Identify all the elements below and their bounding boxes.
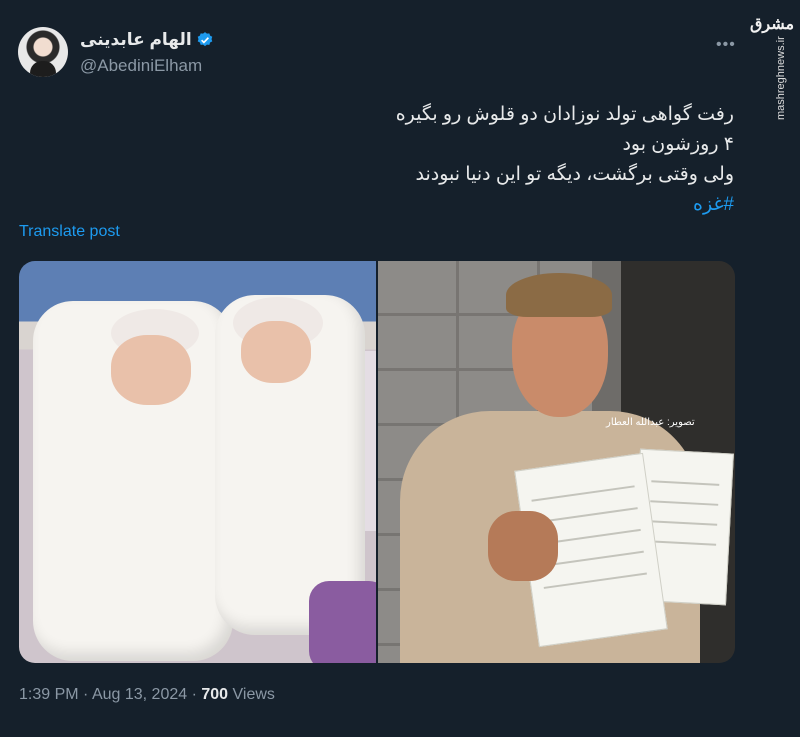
tweet-line: رفت گواهی تولد نوزادان دو قلوش رو بگیره [395,104,734,125]
certificate-line [531,485,635,502]
certificate-line [651,480,720,486]
tweet-line: ۴ روزشون بود [622,134,734,155]
photo-father-certificates[interactable]: تصوير: عبدالله العطار [378,261,735,663]
baby-face [111,335,191,405]
man-hand [488,511,558,581]
meta-separator: · [83,686,89,703]
author-name[interactable]: الهام عابدینی [80,30,214,50]
media-grid: تصوير: عبدالله العطار [19,261,735,663]
tweet-line: ولی وقتی برگشت، دیگه تو این دنیا نبودند [415,164,734,185]
tweet-text: رفت گواهی تولد نوزادان دو قلوش رو بگیره … [174,100,734,220]
meta-separator: · [191,686,197,703]
translate-post-link[interactable]: Translate post [19,223,120,241]
author-handle[interactable]: @AbediniElham [80,56,202,76]
hashtag-link[interactable]: #غزه [693,194,734,215]
avatar-figure [30,61,56,77]
more-horizontal-icon[interactable]: ••• [716,36,736,54]
verified-badge-icon [197,32,213,47]
tweet-date[interactable]: Aug 13, 2024 [92,686,187,703]
photo-newborn-twins[interactable] [19,261,376,663]
watermark-logo: مشرق [750,14,795,33]
watermark-url: mashreghnews.ir [775,36,787,120]
certificate-line [648,540,717,546]
views-count[interactable]: 700 [201,686,228,703]
certificate-line [543,572,647,589]
baby-face [241,321,311,383]
tweet-meta: 1:39 PM · Aug 13, 2024 · 700 Views [19,686,275,704]
avatar[interactable] [18,27,68,77]
certificate-line [650,500,719,506]
tweet-time[interactable]: 1:39 PM [19,686,79,703]
purple-cloth [309,581,376,663]
photo-credit: تصوير: عبدالله العطار [606,417,695,428]
man-hair [506,273,612,317]
certificate-line [649,520,718,526]
views-label: Views [232,686,275,703]
display-name-text: الهام عابدینی [80,30,192,49]
